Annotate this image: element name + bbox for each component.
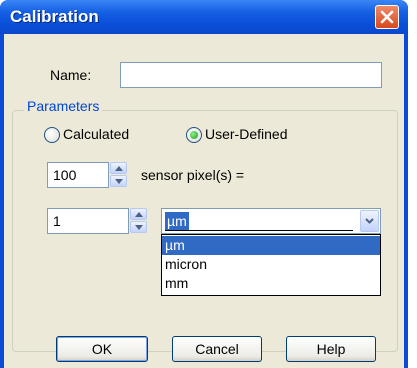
sensor-pixels-down-button[interactable]: [110, 175, 127, 187]
close-button[interactable]: [375, 5, 399, 29]
window-title: Calibration: [10, 7, 99, 26]
sensor-pixels-label: sensor pixel(s) =: [141, 167, 245, 183]
dialog-body: Name: Parameters Calculated User-Defined…: [4, 34, 404, 368]
user-defined-radio[interactable]: [186, 127, 202, 143]
unit-dropdown-list: µm micron mm: [161, 234, 381, 296]
unit-option-mm[interactable]: mm: [162, 274, 380, 293]
unit-combo-value: µm: [165, 212, 189, 230]
sensor-pixels-up-button[interactable]: [110, 162, 127, 174]
unit-combo[interactable]: µm: [161, 208, 381, 234]
unit-value-spinner: [130, 208, 147, 234]
close-icon: [380, 10, 394, 24]
unit-value-input[interactable]: 1: [47, 208, 129, 234]
name-input[interactable]: [120, 62, 382, 88]
chevron-down-icon: [365, 218, 374, 224]
radio-selected-dot: [190, 131, 198, 139]
arrow-down-icon: [115, 179, 123, 184]
arrow-up-icon: [115, 166, 123, 171]
unit-value-up-button[interactable]: [130, 208, 147, 220]
calibration-dialog: Calibration Name: Parameters Calculated …: [0, 0, 408, 368]
parameters-legend: Parameters: [24, 98, 103, 114]
sensor-pixels-input[interactable]: 100: [47, 162, 109, 188]
arrow-up-icon: [135, 212, 143, 217]
calculated-radio[interactable]: [44, 127, 60, 143]
calculated-radio-label[interactable]: Calculated: [63, 126, 129, 142]
unit-value-down-button[interactable]: [130, 221, 147, 233]
sensor-pixels-spinner: [110, 162, 127, 188]
combo-underline: [165, 230, 353, 231]
ok-button[interactable]: OK: [56, 336, 148, 362]
arrow-down-icon: [135, 225, 143, 230]
user-defined-radio-label[interactable]: User-Defined: [205, 126, 287, 142]
unit-option-um[interactable]: µm: [162, 236, 380, 255]
help-button[interactable]: Help: [286, 336, 376, 362]
unit-combo-dropdown-button[interactable]: [360, 210, 379, 232]
name-label: Name:: [50, 67, 92, 83]
unit-option-micron[interactable]: micron: [162, 255, 380, 274]
cancel-button[interactable]: Cancel: [172, 336, 262, 362]
title-bar[interactable]: Calibration: [0, 0, 408, 34]
